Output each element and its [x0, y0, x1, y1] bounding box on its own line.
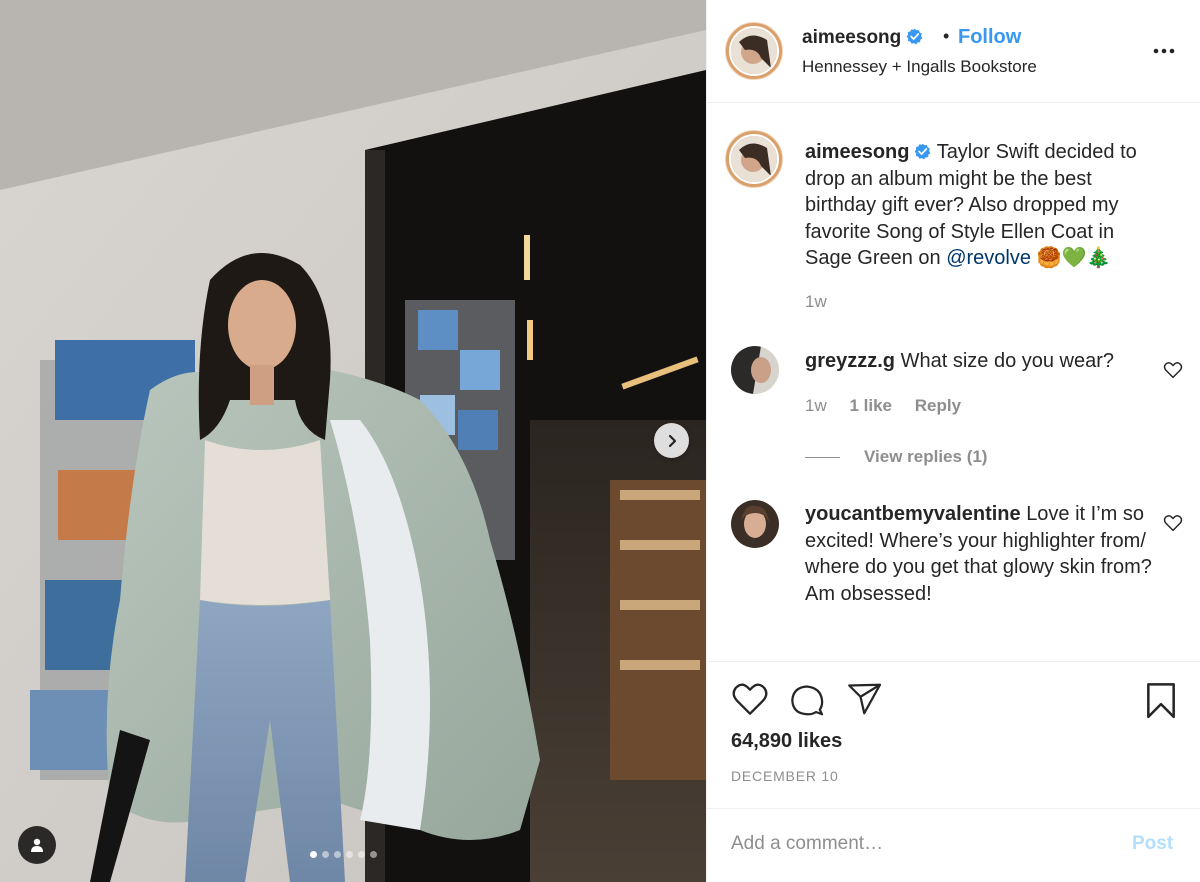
carousel-dot: [310, 851, 317, 858]
comment-username[interactable]: youcantbemyvalentine: [805, 503, 1021, 525]
post-header: aimeesong • Follow Hennessey + Ingalls B…: [707, 0, 1200, 103]
caption-time[interactable]: 1w: [805, 292, 827, 312]
caption-avatar[interactable]: [725, 130, 783, 188]
verified-badge-icon: [915, 143, 931, 160]
caption-emojis: 🥮💚🎄: [1036, 247, 1112, 269]
post-actions: 64,890 likes DECEMBER 10: [707, 661, 1200, 808]
comment-body: What size do you wear?: [900, 350, 1115, 372]
post-comment-button[interactable]: Post: [1132, 833, 1173, 855]
heart-icon[interactable]: [731, 682, 769, 716]
carousel-indicator: [310, 851, 377, 858]
chevron-right-icon: [668, 434, 676, 447]
post-photo[interactable]: [0, 0, 706, 882]
more-options-icon: [1153, 48, 1175, 54]
share-icon[interactable]: [847, 682, 883, 716]
carousel-dot: [346, 851, 353, 858]
comment-input[interactable]: [731, 829, 1101, 859]
post-sidebar: aimeesong • Follow Hennessey + Ingalls B…: [706, 0, 1200, 882]
comments-section: aimeesong Taylor Swift decided to drop a…: [707, 104, 1200, 661]
avatar-image: [731, 500, 779, 548]
verified-badge-icon: [906, 28, 923, 45]
comment-time[interactable]: 1w: [805, 396, 827, 415]
bookmark-icon[interactable]: [1144, 682, 1178, 720]
post-photo-image: [0, 0, 706, 882]
view-replies-button[interactable]: View replies (1): [805, 447, 987, 467]
next-photo-button[interactable]: [654, 423, 689, 458]
comment-username[interactable]: greyzzz.g: [805, 350, 895, 372]
follow-separator: •: [943, 26, 950, 46]
comment-text: youcantbemyvalentine Love it I’m so exci…: [805, 501, 1165, 607]
view-replies-label: View replies (1): [864, 447, 988, 466]
carousel-dot: [370, 851, 377, 858]
commenter-avatar[interactable]: [731, 346, 779, 394]
tagged-users-button[interactable]: [18, 826, 56, 864]
avatar-image: [731, 136, 777, 182]
follow-button[interactable]: Follow: [958, 26, 1021, 49]
replies-divider-line: [805, 456, 840, 458]
carousel-dot: [322, 851, 329, 858]
more-options-button[interactable]: [1153, 42, 1175, 60]
avatar-image: [731, 28, 777, 74]
commenter-avatar[interactable]: [731, 500, 779, 548]
location-link[interactable]: Hennessey + Ingalls Bookstore: [802, 57, 1037, 77]
carousel-dot: [334, 851, 341, 858]
reply-button[interactable]: Reply: [915, 396, 961, 415]
likes-count[interactable]: 64,890 likes: [731, 730, 842, 753]
avatar-image: [731, 346, 779, 394]
carousel-dot: [358, 851, 365, 858]
author-avatar[interactable]: [725, 22, 783, 80]
add-comment-bar: Post: [707, 808, 1200, 882]
mention-link[interactable]: @revolve: [946, 247, 1031, 269]
comment-meta: 1w 1 like Reply: [805, 396, 979, 416]
user-tag-icon: [31, 838, 43, 852]
like-comment-icon[interactable]: [1163, 361, 1183, 379]
caption-username[interactable]: aimeesong: [805, 141, 909, 163]
like-comment-icon[interactable]: [1163, 514, 1183, 532]
comment-likes[interactable]: 1 like: [849, 396, 892, 415]
post-date[interactable]: DECEMBER 10: [731, 768, 839, 784]
comment-icon[interactable]: [789, 682, 825, 718]
author-username[interactable]: aimeesong: [802, 27, 923, 49]
caption-text: aimeesong Taylor Swift decided to drop a…: [805, 139, 1165, 272]
comment-text: greyzzz.g What size do you wear?: [805, 348, 1145, 375]
